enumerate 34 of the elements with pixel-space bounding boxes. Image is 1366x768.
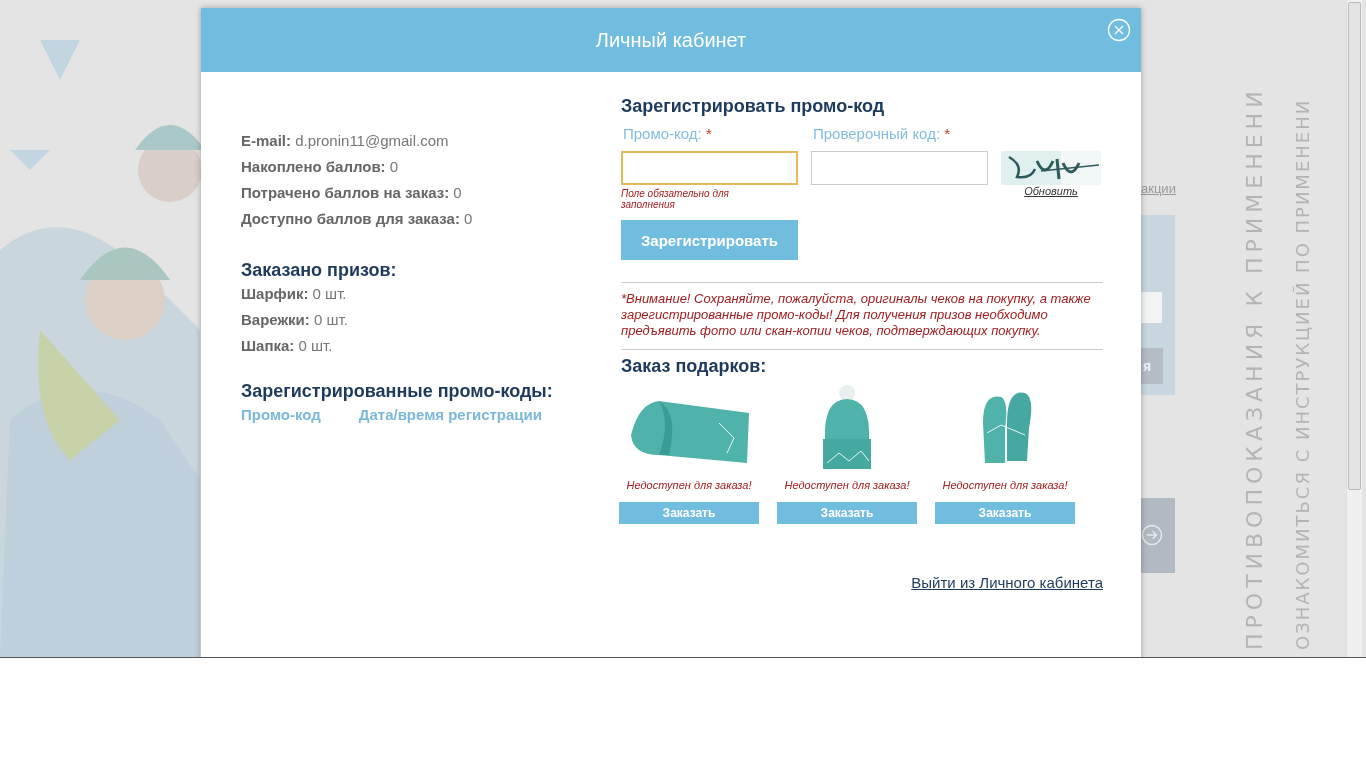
- prize-count: Шапка: 0 шт.: [241, 336, 334, 356]
- column-header: Промо-код: [241, 406, 321, 423]
- account-info: Потрачено баллов на заказ: 0: [241, 183, 463, 203]
- scrollbar[interactable]: [1346, 0, 1362, 657]
- section-heading: Заказано призов:: [241, 260, 398, 281]
- availability-text: Недоступен для заказа!: [942, 479, 1068, 491]
- prize-count: Варежки: 0 шт.: [241, 310, 349, 330]
- dialog-title: Личный кабинет: [595, 28, 747, 52]
- captcha-field[interactable]: [811, 151, 988, 185]
- account-info: Доступно баллов для заказа: 0: [241, 209, 474, 229]
- section-heading: Зарегистрировать промо-код: [621, 96, 886, 117]
- refresh-link[interactable]: Обновить: [1024, 185, 1078, 197]
- availability-text: Недоступен для заказа!: [626, 479, 752, 491]
- notice-text: *Внимание! Сохраняйте, пожалуйста, оригиналы чеков на покупку, а также зарегистрированные промо-коды! Для получения призов необходимо предъявить фото или скан-копии чеков, подтверждающих покупку.: [621, 291, 1092, 339]
- order-button[interactable]: Заказать: [619, 502, 759, 524]
- submit-button[interactable]: я: [1141, 348, 1163, 384]
- section-heading: Зарегистрированные промо-коды:: [241, 381, 554, 402]
- promo-link[interactable]: акции: [1141, 181, 1176, 196]
- error-message: Поле обязательно для заполнения: [621, 188, 730, 210]
- field-label: Проверочный код: *: [813, 125, 952, 144]
- logout-link[interactable]: Выйти из Личного кабинета: [911, 574, 1103, 591]
- order-button[interactable]: Заказать: [777, 502, 917, 524]
- close-icon[interactable]: [1107, 18, 1131, 42]
- prize-count: Шарфик: 0 шт.: [241, 284, 348, 304]
- order-button[interactable]: Заказать: [935, 502, 1075, 524]
- register-button[interactable]: Зарегистрировать: [621, 220, 798, 260]
- account-info: Накоплено баллов: 0: [241, 157, 400, 177]
- field-label: Промо-код: *: [623, 125, 713, 144]
- input-field[interactable]: [1141, 292, 1162, 323]
- section-heading: Заказ подарков:: [621, 356, 768, 377]
- account-info: E-mail: d.pronin11@gmail.com: [241, 131, 450, 151]
- availability-text: Недоступен для заказа!: [784, 479, 910, 491]
- promo-code-field[interactable]: [621, 151, 798, 185]
- column-header: Дата/время регистрации: [358, 406, 543, 423]
